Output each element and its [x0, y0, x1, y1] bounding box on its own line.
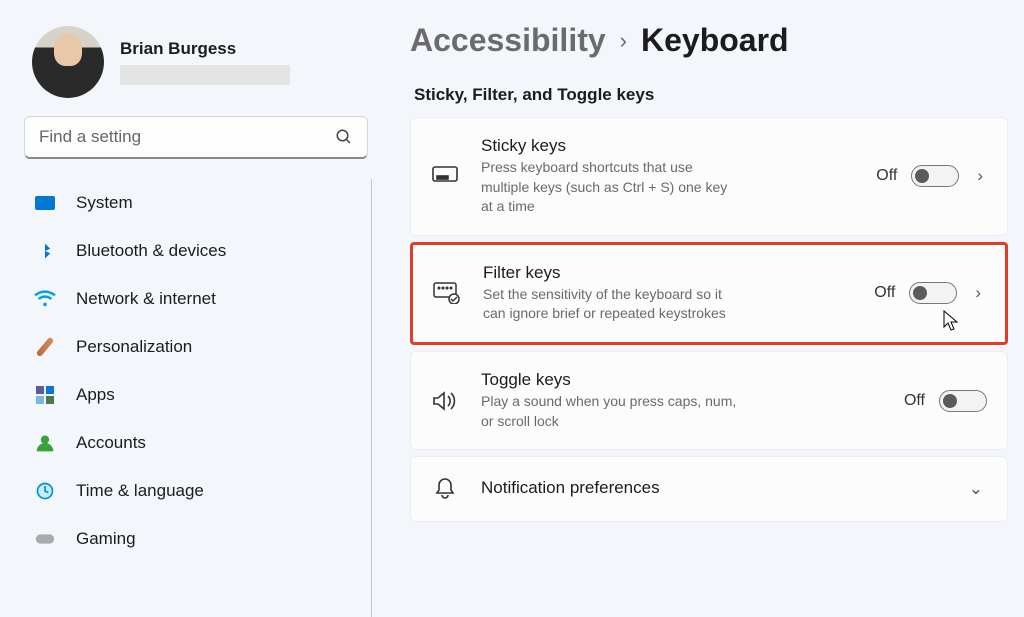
setting-toggle-keys[interactable]: Toggle keys Play a sound when you press … — [410, 351, 1008, 450]
setting-title: Toggle keys — [481, 370, 882, 390]
keyboard-filter-icon — [433, 279, 461, 307]
setting-description: Play a sound when you press caps, num, o… — [481, 392, 741, 431]
sidebar-item-time-language[interactable]: Time & language — [20, 467, 365, 515]
apps-icon — [34, 384, 56, 406]
avatar — [32, 26, 104, 98]
sidebar-item-label: Personalization — [76, 337, 192, 357]
toggle-state-label: Off — [876, 167, 897, 185]
sidebar-item-bluetooth[interactable]: Bluetooth & devices — [20, 227, 365, 275]
breadcrumb: Accessibility › Keyboard — [410, 22, 1008, 59]
setting-notification-preferences[interactable]: Notification preferences ⌄ — [410, 456, 1008, 522]
sidebar-item-accounts[interactable]: Accounts — [20, 419, 365, 467]
keyboard-icon — [431, 162, 459, 190]
sidebar-item-label: Bluetooth & devices — [76, 241, 226, 261]
cursor-icon — [943, 310, 959, 332]
sidebar-item-label: System — [76, 193, 133, 213]
sidebar-item-label: Accounts — [76, 433, 146, 453]
sidebar-item-label: Time & language — [76, 481, 204, 501]
sidebar-item-gaming[interactable]: Gaming — [20, 515, 365, 563]
person-icon — [34, 432, 56, 454]
sidebar-item-label: Network & internet — [76, 289, 216, 309]
wifi-icon — [34, 288, 56, 310]
toggle-switch[interactable] — [911, 165, 959, 187]
main-content: Accessibility › Keyboard Sticky, Filter,… — [380, 0, 1024, 617]
search-box[interactable] — [24, 116, 368, 159]
setting-title: Notification preferences — [481, 478, 943, 498]
chevron-right-icon: › — [620, 28, 627, 54]
toggle-state-label: Off — [874, 284, 895, 302]
page-title: Keyboard — [641, 22, 789, 59]
globe-clock-icon — [34, 480, 56, 502]
setting-title: Sticky keys — [481, 136, 854, 156]
nav-list: System Bluetooth & devices Network & int… — [20, 179, 372, 617]
setting-title: Filter keys — [483, 263, 852, 283]
system-icon — [34, 192, 56, 214]
breadcrumb-parent[interactable]: Accessibility — [410, 22, 606, 59]
chevron-right-icon[interactable]: › — [973, 166, 987, 186]
paintbrush-icon — [34, 336, 56, 358]
sidebar-item-system[interactable]: System — [20, 179, 365, 227]
section-title: Sticky, Filter, and Toggle keys — [410, 85, 1008, 105]
sound-icon — [431, 387, 459, 415]
sidebar-item-apps[interactable]: Apps — [20, 371, 365, 419]
bell-icon — [431, 475, 459, 503]
toggle-switch[interactable] — [909, 282, 957, 304]
setting-description: Press keyboard shortcuts that use multip… — [481, 158, 741, 217]
email-placeholder — [120, 65, 290, 85]
bluetooth-icon — [34, 240, 56, 262]
search-icon — [335, 128, 353, 146]
sidebar: Brian Burgess System Bluetooth & devices — [0, 0, 380, 617]
sidebar-item-label: Apps — [76, 385, 115, 405]
sidebar-item-label: Gaming — [76, 529, 136, 549]
sidebar-item-network[interactable]: Network & internet — [20, 275, 365, 323]
sidebar-item-personalization[interactable]: Personalization — [20, 323, 365, 371]
setting-sticky-keys[interactable]: Sticky keys Press keyboard shortcuts tha… — [410, 117, 1008, 236]
setting-filter-keys[interactable]: Filter keys Set the sensitivity of the k… — [410, 242, 1008, 345]
toggle-state-label: Off — [904, 392, 925, 410]
chevron-right-icon[interactable]: › — [971, 283, 985, 303]
profile-block[interactable]: Brian Burgess — [20, 20, 372, 116]
gamepad-icon — [34, 528, 56, 550]
username: Brian Burgess — [120, 39, 290, 59]
toggle-switch[interactable] — [939, 390, 987, 412]
search-input[interactable] — [39, 127, 335, 147]
chevron-down-icon[interactable]: ⌄ — [965, 479, 987, 499]
setting-description: Set the sensitivity of the keyboard so i… — [483, 285, 743, 324]
